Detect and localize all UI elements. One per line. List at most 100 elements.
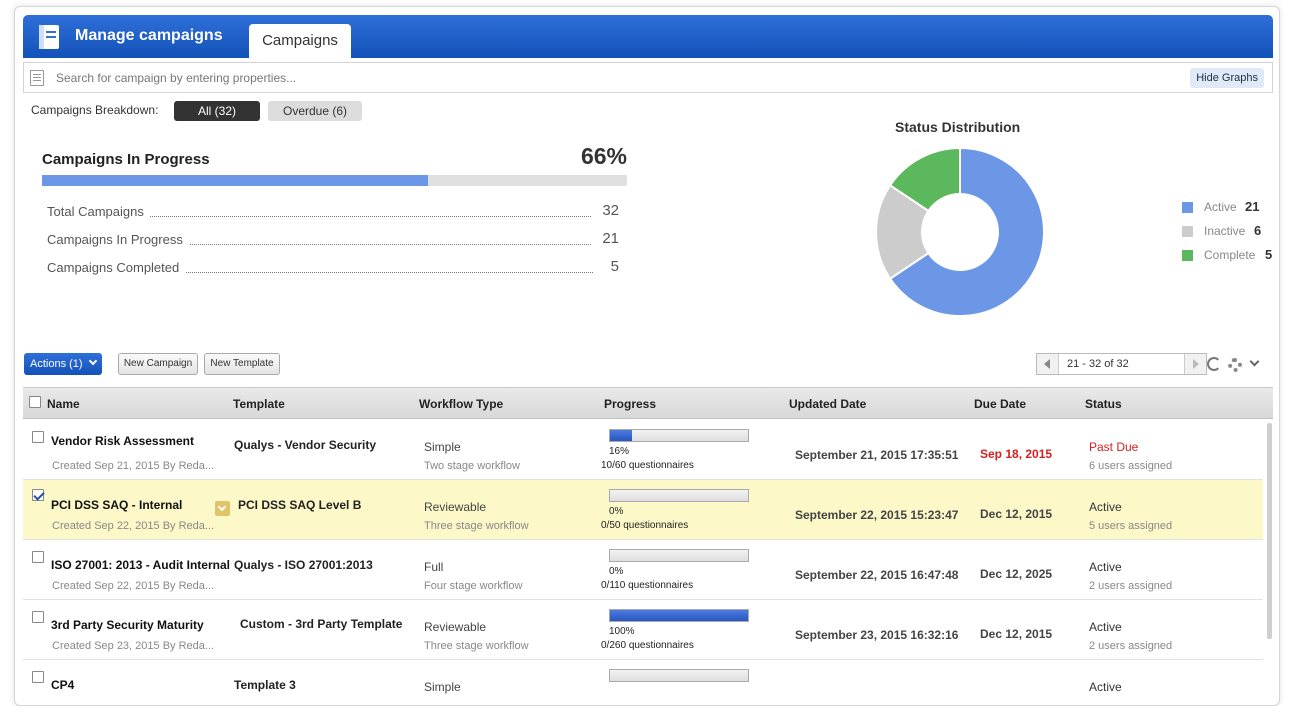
campaign-name[interactable]: PCI DSS SAQ - Internal — [51, 498, 182, 512]
users-assigned: 2 users assigned — [1089, 640, 1173, 652]
workflow-type: Simple — [424, 440, 461, 454]
template-name: Qualys - ISO 27001:2013 — [234, 558, 373, 572]
legend-label: Active — [1204, 200, 1237, 214]
column-header-template[interactable]: Template — [233, 397, 285, 411]
workflow-desc: Two stage workflow — [424, 460, 520, 472]
stat-row: Total Campaigns 32 — [47, 202, 619, 222]
next-page-icon[interactable] — [1184, 354, 1206, 374]
select-all-checkbox[interactable] — [29, 396, 41, 408]
status-badge: Active — [1089, 620, 1122, 634]
status-badge: Active — [1089, 500, 1122, 514]
actions-button[interactable]: Actions (1) — [24, 353, 102, 375]
status-badge: Active — [1089, 560, 1122, 574]
gear-icon[interactable] — [1228, 358, 1242, 372]
users-assigned: 2 users assigned — [1089, 580, 1173, 592]
chart-title: Status Distribution — [895, 119, 1021, 135]
progress-percent: 100% — [609, 626, 635, 637]
column-header-updated[interactable]: Updated Date — [789, 397, 866, 411]
due-date: Dec 12, 2015 — [980, 627, 1053, 641]
row-checkbox[interactable] — [32, 489, 44, 501]
column-header-workflow[interactable]: Workflow Type — [419, 397, 503, 411]
column-header-name[interactable]: Name — [47, 397, 80, 411]
legend-label: Inactive — [1204, 224, 1246, 238]
table-row[interactable]: Vendor Risk Assessment Created Sep 21, 20… — [23, 420, 1263, 480]
table-row[interactable]: ISO 27001: 2013 - Audit Internal Created … — [23, 540, 1263, 600]
campaign-name[interactable]: CP4 — [51, 678, 74, 692]
legend-count: 5 — [1265, 247, 1273, 262]
questionnaire-count: 10/60 questionnaires — [601, 460, 694, 471]
stat-label: Campaigns Completed — [47, 260, 186, 275]
row-menu-icon[interactable] — [215, 501, 230, 516]
table-row[interactable]: CP4 Template 3 Simple Active — [23, 660, 1263, 705]
updated-date: September 23, 2015 16:32:16 — [795, 628, 959, 642]
filter-all-button[interactable]: All (32) — [174, 101, 260, 121]
questionnaire-ratio: 0/50 — [601, 520, 621, 531]
template-name: Template 3 — [234, 678, 296, 692]
template-name: Custom - 3rd Party Template — [240, 617, 403, 631]
stat-label: Total Campaigns — [47, 204, 150, 219]
template-name: PCI DSS SAQ Level B — [238, 498, 362, 512]
questionnaire-ratio: 0/260 — [601, 640, 627, 651]
updated-date: September 21, 2015 17:35:51 — [795, 448, 959, 462]
campaign-table-body: Vendor Risk Assessment Created Sep 21, 20… — [23, 420, 1263, 705]
actions-label: Actions (1) — [30, 358, 83, 370]
questionnaire-count: 0/110 questionnaires — [601, 580, 693, 591]
search-input[interactable] — [48, 67, 1048, 89]
status-badge: Active — [1089, 680, 1122, 694]
new-template-button[interactable]: New Template — [204, 353, 280, 375]
row-checkbox[interactable] — [32, 611, 44, 623]
page-title: Manage campaigns — [75, 27, 223, 44]
questionnaire-label: questionnaires — [628, 460, 694, 471]
stat-row: Campaigns Completed 5 — [47, 258, 619, 278]
column-header-due[interactable]: Due Date — [974, 397, 1026, 411]
workflow-desc: Four stage workflow — [424, 580, 523, 592]
table-scrollbar[interactable] — [1267, 423, 1272, 639]
table-row[interactable]: PCI DSS SAQ - Internal Created Sep 22, 20… — [23, 480, 1263, 540]
prev-page-icon[interactable] — [1037, 354, 1059, 374]
workflow-type: Reviewable — [424, 500, 487, 514]
due-date: Dec 12, 2025 — [980, 567, 1053, 581]
search-bar: Hide Graphs — [23, 62, 1273, 93]
progress-bar — [609, 549, 749, 562]
hide-graphs-button[interactable]: Hide Graphs — [1190, 68, 1264, 88]
campaign-name[interactable]: 3rd Party Security Maturity — [51, 618, 204, 632]
table-row[interactable]: 3rd Party Security Maturity Created Sep 2… — [23, 600, 1263, 660]
row-checkbox[interactable] — [32, 431, 44, 443]
campaign-name[interactable]: Vendor Risk Assessment — [51, 434, 194, 448]
column-header-progress[interactable]: Progress — [604, 397, 656, 411]
questionnaire-label: questionnaires — [623, 520, 689, 531]
campaign-book-icon — [39, 25, 59, 49]
chevron-down-icon — [88, 356, 98, 366]
due-date: Dec 12, 2015 — [980, 507, 1053, 521]
progress-bar — [609, 429, 749, 442]
row-checkbox[interactable] — [32, 671, 44, 683]
status-donut-chart — [875, 147, 1045, 317]
tab-campaigns[interactable]: Campaigns — [249, 24, 351, 58]
legend-swatch — [1182, 226, 1193, 237]
questionnaire-ratio: 10/60 — [601, 460, 627, 471]
search-properties-icon[interactable] — [30, 70, 44, 86]
progress-percent: 16% — [609, 446, 630, 457]
questionnaire-label: questionnaires — [628, 580, 694, 591]
stat-value: 5 — [600, 258, 619, 275]
row-checkbox[interactable] — [32, 551, 44, 563]
legend-label: Complete — [1204, 248, 1256, 262]
legend-swatch — [1182, 250, 1193, 261]
refresh-icon[interactable] — [1207, 357, 1221, 371]
status-badge: Past Due — [1089, 440, 1139, 454]
progress-percent: 66% — [580, 143, 627, 169]
new-campaign-button[interactable]: New Campaign — [118, 353, 198, 375]
questionnaire-ratio: 0/110 — [601, 580, 626, 591]
header-bar: Manage campaigns Campaigns — [23, 15, 1273, 58]
updated-date: September 22, 2015 16:47:48 — [795, 568, 959, 582]
users-assigned: 5 users assigned — [1089, 520, 1173, 532]
filter-overdue-button[interactable]: Overdue (6) — [268, 101, 362, 121]
workflow-type: Simple — [424, 680, 461, 694]
campaign-name[interactable]: ISO 27001: 2013 - Audit Internal — [51, 558, 230, 572]
workflow-type: Reviewable — [424, 620, 487, 634]
chevron-down-icon[interactable] — [1249, 356, 1260, 367]
legend-swatch — [1182, 202, 1193, 213]
table-header: Name Template Workflow Type Progress Upd… — [23, 387, 1273, 419]
column-header-status[interactable]: Status — [1085, 397, 1122, 411]
app-window: Manage campaigns Campaigns Hide Graphs C… — [14, 6, 1280, 706]
